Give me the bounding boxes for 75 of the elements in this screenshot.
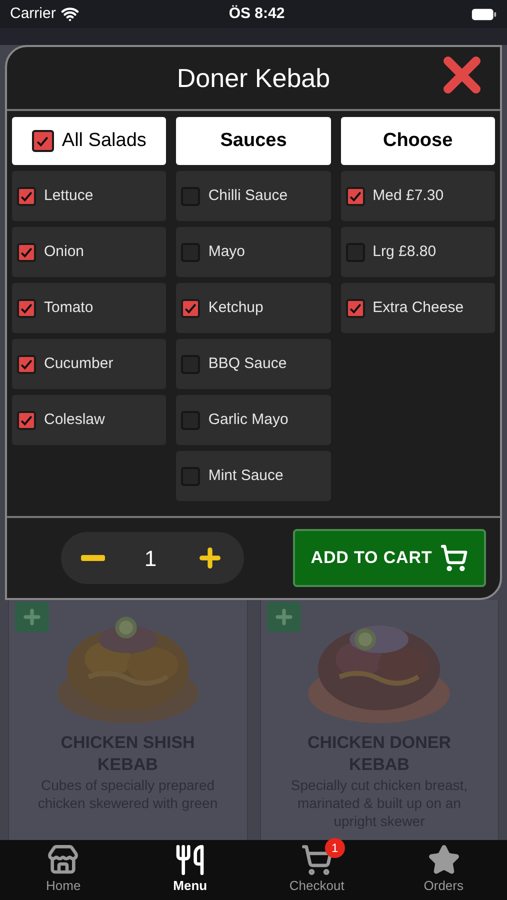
column-header: Choose xyxy=(340,117,495,165)
column-header[interactable]: All Salads xyxy=(12,117,166,165)
option-row[interactable]: Cucumber xyxy=(12,339,166,389)
option-row[interactable]: Mayo xyxy=(176,227,331,277)
option-label: Garlic Mayo xyxy=(208,410,288,430)
check-icon xyxy=(36,134,50,148)
option-label: Cucumber xyxy=(44,354,114,374)
option-row[interactable]: Onion xyxy=(12,227,166,277)
check-icon xyxy=(184,302,198,314)
option-row[interactable]: Tomato xyxy=(12,283,166,333)
option-label: BBQ Sauce xyxy=(208,354,287,374)
checkbox[interactable] xyxy=(181,242,200,262)
option-label: Ketchup xyxy=(208,298,264,318)
option-row[interactable]: Ketchup xyxy=(176,283,331,333)
badge: 1 xyxy=(324,838,345,858)
option-label: Onion xyxy=(44,242,84,262)
option-label: Tomato xyxy=(44,298,94,318)
wifi-icon xyxy=(60,5,79,23)
checkbox[interactable] xyxy=(181,186,200,206)
checkbox[interactable] xyxy=(346,242,365,262)
checkbox[interactable] xyxy=(346,186,365,206)
checkbox[interactable] xyxy=(17,410,36,430)
option-label: Lrg £8.80 xyxy=(372,242,436,262)
check-icon xyxy=(20,414,33,426)
cart-icon xyxy=(300,844,333,876)
option-row[interactable]: Lrg £8.80 xyxy=(340,227,495,277)
option-label: Mint Sauce xyxy=(208,466,284,486)
checkbox[interactable] xyxy=(346,298,365,318)
option-row[interactable]: BBQ Sauce xyxy=(176,339,331,389)
checkbox[interactable] xyxy=(17,186,36,206)
option-label: Mayo xyxy=(208,242,246,262)
column-header: Sauces xyxy=(176,117,331,165)
checkbox[interactable] xyxy=(181,466,200,486)
quantity-value: 1 xyxy=(144,544,157,572)
check-icon xyxy=(348,302,362,314)
option-label: Chilli Sauce xyxy=(208,186,288,206)
tab-bar-item[interactable]: 1 Checkout xyxy=(254,840,380,900)
modal-title: Doner Kebab xyxy=(176,62,330,94)
battery-icon xyxy=(471,8,497,20)
check-icon xyxy=(20,302,33,314)
check-icon xyxy=(348,190,362,202)
minus-icon xyxy=(81,555,105,561)
tab-bar-item[interactable]: Orders xyxy=(380,840,507,900)
check-icon xyxy=(20,358,33,370)
checkbox[interactable] xyxy=(181,354,200,374)
option-label: Med £7.30 xyxy=(372,186,444,206)
check-icon xyxy=(20,246,33,258)
store-icon xyxy=(47,844,80,876)
option-label: Coleslaw xyxy=(44,410,105,430)
option-row[interactable]: Garlic Mayo xyxy=(176,395,331,445)
option-row[interactable]: Chilli Sauce xyxy=(176,171,331,221)
column-header-label: All Salads xyxy=(62,128,146,153)
checkbox[interactable] xyxy=(17,354,36,374)
fork-knife-icon xyxy=(174,844,206,876)
checkbox[interactable] xyxy=(181,410,200,430)
star-icon xyxy=(428,844,460,876)
checkbox[interactable] xyxy=(32,130,54,152)
option-row[interactable]: Coleslaw xyxy=(12,395,166,445)
checkbox[interactable] xyxy=(17,242,36,262)
tab-bar-item[interactable]: Menu xyxy=(126,840,254,900)
option-row[interactable]: Mint Sauce xyxy=(176,451,331,501)
option-row[interactable]: Lettuce xyxy=(12,171,166,221)
option-label: Lettuce xyxy=(44,186,94,206)
option-label: Extra Cheese xyxy=(372,298,464,318)
cart-icon xyxy=(440,544,468,572)
close-icon xyxy=(442,55,482,95)
checkbox[interactable] xyxy=(17,298,36,318)
check-icon xyxy=(20,190,33,202)
checkbox[interactable] xyxy=(181,298,200,318)
option-row[interactable]: Extra Cheese xyxy=(340,283,495,333)
option-row[interactable]: Med £7.30 xyxy=(340,171,495,221)
status-time: ÖS 8:42 xyxy=(228,4,285,24)
carrier-label: Carrier xyxy=(10,4,56,24)
tab-bar-item[interactable]: Home xyxy=(0,840,127,900)
add-to-cart-button[interactable]: ADD TO CART xyxy=(293,529,486,587)
